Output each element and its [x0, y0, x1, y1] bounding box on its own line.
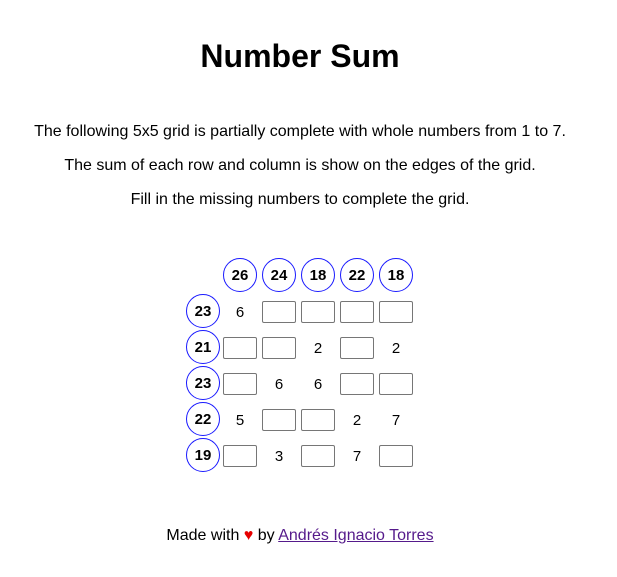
- footer-by: by: [257, 527, 275, 544]
- grid-cell-value: 2: [391, 339, 401, 357]
- grid-cell-input[interactable]: [379, 373, 413, 395]
- grid-cell-value: 7: [391, 411, 401, 429]
- grid-cell-input[interactable]: [301, 445, 335, 467]
- row-sum-badge: 19: [186, 438, 220, 472]
- grid-cell-input[interactable]: [379, 445, 413, 467]
- grid-cell-input[interactable]: [223, 337, 257, 359]
- grid-cell-value: 2: [352, 411, 362, 429]
- author-link[interactable]: Andrés Ignacio Torres: [278, 527, 433, 544]
- grid-cell-input[interactable]: [340, 337, 374, 359]
- grid-cell-input[interactable]: [301, 301, 335, 323]
- grid-cell-input[interactable]: [262, 301, 296, 323]
- description-line-2: The sum of each row and column is show o…: [64, 157, 536, 174]
- row-sum-badge: 23: [186, 294, 220, 328]
- description-line-3: Fill in the missing numbers to complete …: [130, 191, 470, 208]
- grid-cell-input[interactable]: [340, 301, 374, 323]
- grid-cell-value: 6: [274, 375, 284, 393]
- column-sum-badge: 18: [379, 258, 413, 292]
- grid-cell-input[interactable]: [301, 409, 335, 431]
- column-sum-badge: 18: [301, 258, 335, 292]
- description-line-1: The following 5x5 grid is partially comp…: [34, 123, 566, 140]
- grid-cell-value: 6: [313, 375, 323, 393]
- grid-cell-value: 7: [352, 447, 362, 465]
- footer-made-with: Made with: [166, 527, 240, 544]
- page-title: Number Sum: [200, 38, 400, 74]
- grid-cell-input[interactable]: [223, 445, 257, 467]
- grid-cell-value: 5: [235, 411, 245, 429]
- grid-cell-input[interactable]: [262, 409, 296, 431]
- column-sum-badge: 26: [223, 258, 257, 292]
- heart-icon: ♥: [243, 527, 254, 544]
- row-sum-badge: 23: [186, 366, 220, 400]
- footer: Made with ♥ by Andrés Ignacio Torres: [0, 526, 600, 546]
- grid-cell-value: 2: [313, 339, 323, 357]
- grid-cell-input[interactable]: [262, 337, 296, 359]
- grid-cell-input[interactable]: [379, 301, 413, 323]
- grid-cell-input[interactable]: [223, 373, 257, 395]
- grid-cell-value: 3: [274, 447, 284, 465]
- row-sum-badge: 21: [186, 330, 220, 364]
- grid-cell-input[interactable]: [340, 373, 374, 395]
- column-sum-badge: 24: [262, 258, 296, 292]
- column-sum-badge: 22: [340, 258, 374, 292]
- row-sum-badge: 22: [186, 402, 220, 436]
- grid-cell-value: 6: [235, 303, 245, 321]
